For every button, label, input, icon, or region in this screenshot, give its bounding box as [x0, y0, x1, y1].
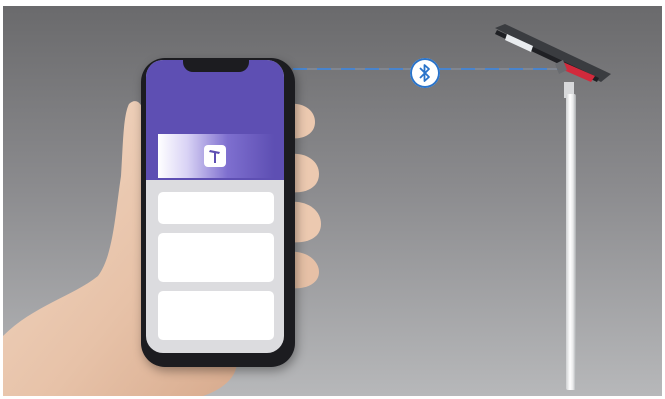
street-lamp-icon — [209, 150, 220, 163]
lamp-pole — [566, 94, 576, 390]
app-logo[interactable] — [204, 145, 226, 167]
phone-notch — [183, 58, 249, 72]
bluetooth-badge — [410, 58, 440, 88]
list-item[interactable] — [158, 291, 274, 340]
product-scene — [3, 6, 662, 396]
bluetooth-icon — [419, 64, 430, 82]
list-item[interactable] — [158, 233, 274, 282]
list-item[interactable] — [158, 192, 274, 224]
solar-street-lamp — [495, 24, 611, 98]
